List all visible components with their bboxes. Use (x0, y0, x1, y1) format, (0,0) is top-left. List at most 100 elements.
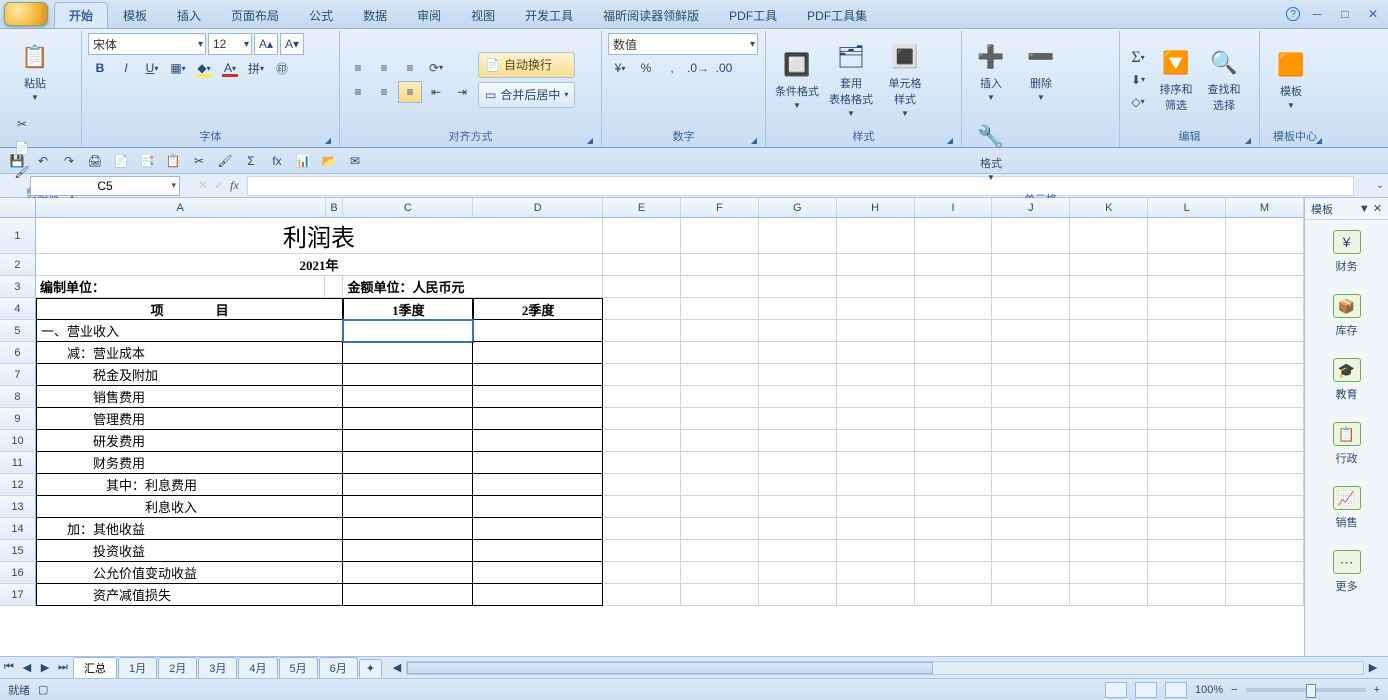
hscroll-right-icon[interactable]: ▶ (1364, 661, 1382, 674)
cell[interactable] (473, 452, 603, 474)
row-header[interactable]: 15 (0, 540, 36, 562)
row-header[interactable]: 5 (0, 320, 36, 342)
cell[interactable] (343, 408, 473, 430)
cell[interactable] (915, 386, 993, 408)
cell[interactable]: 利润表 (36, 218, 603, 254)
cell[interactable]: 加：其他收益 (36, 518, 344, 540)
comma-icon[interactable]: , (660, 57, 684, 79)
cell[interactable] (992, 496, 1070, 518)
help-icon[interactable]: ? (1286, 7, 1300, 21)
align-center-icon[interactable]: ≡ (372, 81, 396, 103)
sheet-tab[interactable]: 2月 (158, 657, 197, 678)
row-header[interactable]: 17 (0, 584, 36, 606)
cell[interactable]: 财务费用 (36, 452, 344, 474)
cell[interactable] (992, 342, 1070, 364)
cell[interactable] (992, 430, 1070, 452)
cell[interactable]: 投资收益 (36, 540, 344, 562)
cell[interactable] (473, 518, 603, 540)
cell[interactable] (992, 518, 1070, 540)
cell[interactable] (992, 562, 1070, 584)
column-header[interactable]: J (992, 198, 1070, 217)
cell[interactable] (992, 298, 1070, 320)
cell[interactable] (1226, 584, 1304, 606)
row-header[interactable]: 13 (0, 496, 36, 518)
cell[interactable] (915, 518, 993, 540)
cell[interactable]: 编制单位： (36, 276, 326, 298)
cell[interactable] (837, 430, 915, 452)
clear-icon[interactable]: ◇▾ (1126, 91, 1150, 113)
cell[interactable] (1226, 408, 1304, 430)
cell[interactable] (473, 496, 603, 518)
cell[interactable] (681, 386, 759, 408)
column-header[interactable]: H (837, 198, 915, 217)
sheet-tab[interactable]: 汇总 (73, 657, 117, 678)
cell[interactable] (473, 342, 603, 364)
cell[interactable] (603, 518, 681, 540)
ribbon-tab[interactable]: 开始 (54, 2, 108, 28)
qat-print-icon[interactable]: 🖨 (84, 151, 106, 171)
cell[interactable] (1148, 584, 1226, 606)
cell[interactable]: 管理费用 (36, 408, 344, 430)
circled-char-icon[interactable]: ㊞ (270, 57, 294, 79)
cell[interactable]: 金额单位：人民币元 (343, 276, 603, 298)
cell[interactable] (343, 320, 473, 342)
qat-cut-icon[interactable]: ✂ (188, 151, 210, 171)
delete-cells-button[interactable]: ➖删除▼ (1018, 33, 1064, 109)
ribbon-tab[interactable]: 开发工具 (510, 2, 588, 28)
cell[interactable] (1070, 496, 1148, 518)
cell[interactable] (1070, 518, 1148, 540)
row-header[interactable]: 9 (0, 408, 36, 430)
cell[interactable]: 减：营业成本 (36, 342, 344, 364)
cell[interactable] (473, 562, 603, 584)
column-header[interactable]: G (759, 198, 837, 217)
cell[interactable] (681, 218, 759, 254)
cell[interactable] (1226, 298, 1304, 320)
cell[interactable]: 一、营业收入 (36, 320, 344, 342)
table-format-button[interactable]: 🗂套用 表格格式▼ (826, 42, 876, 118)
expand-formula-bar-icon[interactable]: ⌄ (1372, 180, 1388, 191)
row-header[interactable]: 16 (0, 562, 36, 584)
hscroll-left-icon[interactable]: ◀ (388, 661, 406, 674)
cell[interactable] (915, 408, 993, 430)
qat-paste-icon[interactable]: 📋 (162, 151, 184, 171)
horizontal-scrollbar[interactable] (406, 661, 1364, 675)
cell[interactable] (473, 320, 603, 342)
row-header[interactable]: 12 (0, 474, 36, 496)
cell[interactable] (992, 408, 1070, 430)
cell[interactable] (992, 276, 1070, 298)
underline-icon[interactable]: U▾ (140, 57, 164, 79)
side-panel-close-icon[interactable]: ▼ ✕ (1359, 202, 1382, 215)
cell[interactable] (915, 342, 993, 364)
cell[interactable] (1070, 562, 1148, 584)
cell[interactable] (759, 320, 837, 342)
zoom-slider[interactable] (1246, 688, 1366, 692)
ribbon-tab[interactable]: 福昕阅读器领鲜版 (588, 2, 714, 28)
cell[interactable] (1070, 218, 1148, 254)
cell[interactable] (837, 408, 915, 430)
cell[interactable] (915, 496, 993, 518)
cell[interactable] (837, 452, 915, 474)
cell[interactable] (1148, 254, 1226, 276)
cell[interactable] (915, 298, 993, 320)
template-center-button[interactable]: 🟧模板▼ (1266, 42, 1316, 118)
cell[interactable] (837, 342, 915, 364)
cell[interactable]: 研发费用 (36, 430, 344, 452)
cell[interactable] (1070, 320, 1148, 342)
column-header[interactable]: D (473, 198, 603, 217)
cell[interactable]: 2021年 (36, 254, 603, 276)
conditional-format-button[interactable]: 🔲条件格式▼ (772, 42, 822, 118)
cell[interactable] (1070, 452, 1148, 474)
cell[interactable] (603, 496, 681, 518)
cell[interactable] (343, 496, 473, 518)
ribbon-tab[interactable]: 公式 (294, 2, 348, 28)
sort-filter-button[interactable]: 🔽排序和 筛选 (1154, 42, 1198, 118)
qat-sigma-icon[interactable]: Σ (240, 151, 262, 171)
cell[interactable] (1070, 386, 1148, 408)
cell[interactable] (1226, 562, 1304, 584)
cell[interactable] (1226, 540, 1304, 562)
name-box[interactable]: C5 (30, 176, 180, 196)
cell[interactable] (473, 386, 603, 408)
cell[interactable] (1148, 518, 1226, 540)
cell[interactable] (1148, 298, 1226, 320)
border-icon[interactable]: ▦▾ (166, 57, 190, 79)
